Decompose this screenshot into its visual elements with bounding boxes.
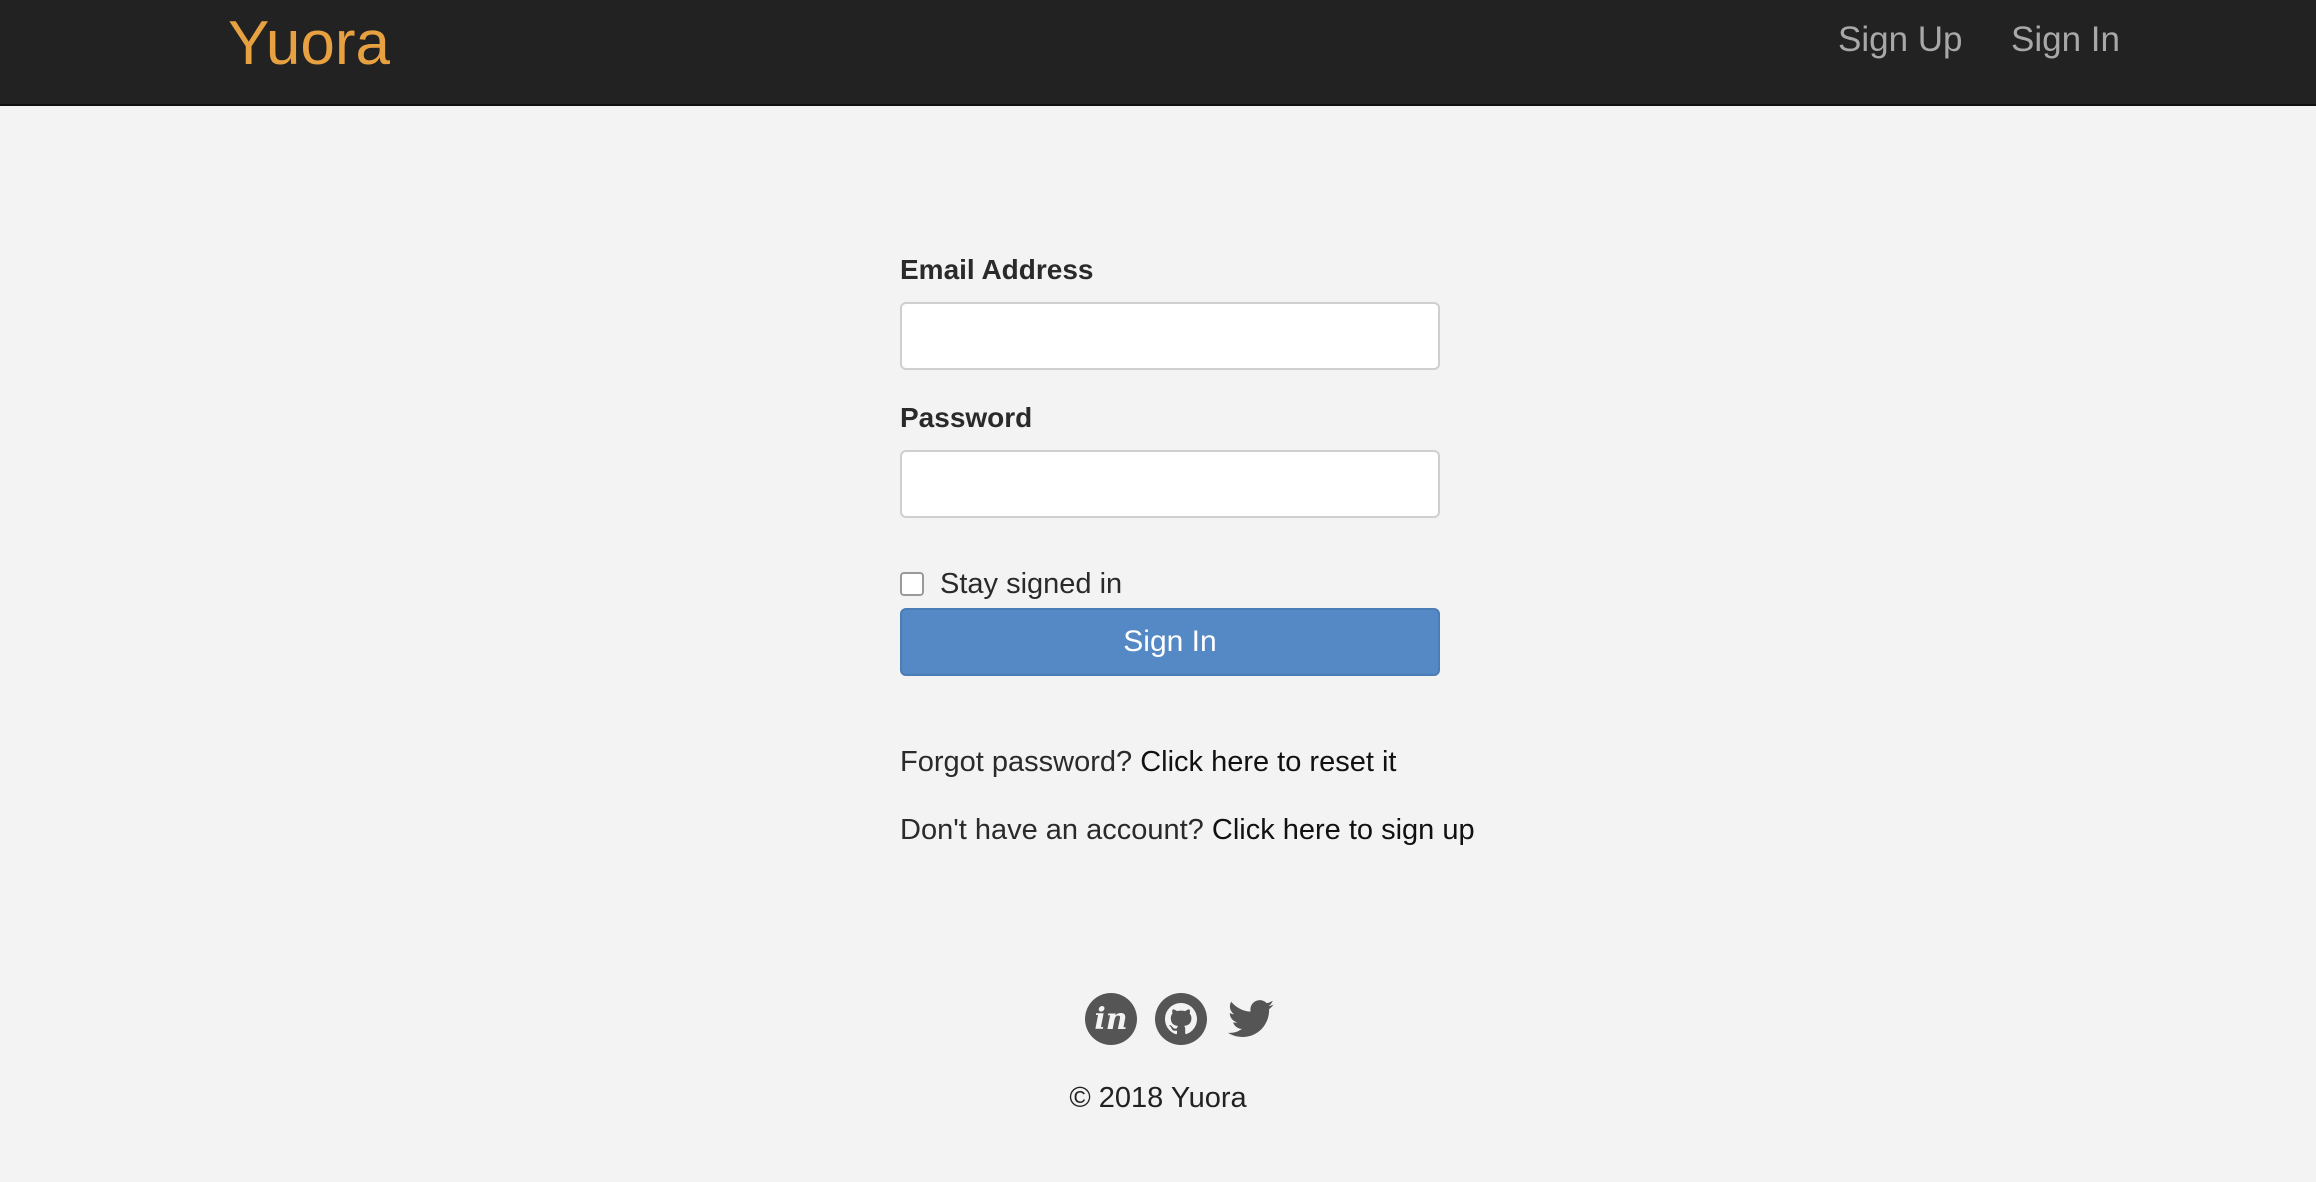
- copyright-text: © 2018 Yuora: [1069, 1082, 1247, 1114]
- password-field[interactable]: [900, 450, 1440, 518]
- sign-up-prompt-line: Don't have an account? Click here to sig…: [900, 810, 1475, 850]
- no-account-text: Don't have an account?: [900, 814, 1204, 846]
- twitter-icon[interactable]: [1224, 992, 1278, 1046]
- sign-up-link[interactable]: Click here to sign up: [1212, 814, 1475, 846]
- forgot-password-text: Forgot password?: [900, 746, 1133, 778]
- invision-icon[interactable]: in: [1084, 992, 1138, 1046]
- top-navbar: Yuora Sign Up Sign In: [0, 0, 2316, 106]
- svg-text:in: in: [1094, 1002, 1127, 1037]
- nav-sign-in-link[interactable]: Sign In: [2011, 18, 2120, 62]
- sign-in-button[interactable]: Sign In: [900, 608, 1440, 676]
- github-icon[interactable]: [1154, 992, 1208, 1046]
- forgot-password-line: Forgot password? Click here to reset it: [900, 742, 1396, 782]
- stay-signed-in-checkbox[interactable]: [900, 572, 924, 596]
- brand-logo-link[interactable]: Yuora: [228, 6, 390, 82]
- reset-password-link[interactable]: Click here to reset it: [1140, 746, 1396, 778]
- email-field[interactable]: [900, 302, 1440, 370]
- nav-sign-up-link[interactable]: Sign Up: [1838, 18, 1963, 62]
- stay-signed-in-label[interactable]: Stay signed in: [940, 568, 1122, 601]
- email-label: Email Address: [900, 254, 1094, 285]
- password-label: Password: [900, 402, 1033, 433]
